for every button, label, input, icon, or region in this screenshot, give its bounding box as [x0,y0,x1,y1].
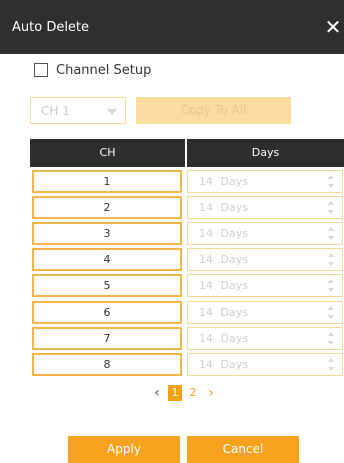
days-stepper[interactable]: 14 Days [187,170,343,193]
days-stepper[interactable]: 14 Days [187,196,343,219]
dialog-title: Auto Delete [12,20,90,35]
days-stepper[interactable]: 14 Days [187,353,343,376]
spin-down-icon[interactable] [328,341,334,345]
auto-delete-dialog: Auto Delete ✕ Channel Setup CH 1 Copy To… [0,0,344,463]
days-value: 14 Days [199,253,248,266]
channel-cell[interactable]: 8 [32,353,182,376]
table-row: 8 14 Days [30,353,344,376]
days-stepper[interactable]: 14 Days [187,274,343,297]
spin-down-icon[interactable] [328,236,334,240]
column-header-days: Days [187,139,344,167]
chevron-left-icon[interactable]: ‹ [150,385,164,401]
spin-up-icon[interactable] [328,175,334,179]
cancel-button[interactable]: Cancel [187,436,299,463]
channel-cell[interactable]: 1 [32,170,182,193]
spin-up-icon[interactable] [328,332,334,336]
channel-cell[interactable]: 7 [32,327,182,350]
days-stepper[interactable]: 14 Days [187,248,343,271]
days-stepper[interactable]: 14 Days [187,301,343,324]
days-value: 14 Days [199,227,248,240]
close-icon[interactable]: ✕ [322,14,344,40]
spin-up-icon[interactable] [328,306,334,310]
spin-down-icon[interactable] [328,367,334,371]
spin-up-icon[interactable] [328,227,334,231]
pagination: ‹ 1 2 › [150,384,218,402]
channel-cell[interactable]: 6 [32,301,182,324]
table-row: 6 14 Days [30,301,344,324]
days-value: 14 Days [199,201,248,214]
chevron-right-icon[interactable]: › [204,385,218,401]
spin-up-icon[interactable] [328,201,334,205]
table-row: 1 14 Days [30,170,344,193]
channel-cell[interactable]: 3 [32,222,182,245]
table-row: 2 14 Days [30,196,344,219]
days-stepper[interactable]: 14 Days [187,222,343,245]
days-value: 14 Days [199,306,248,319]
channel-cell[interactable]: 2 [32,196,182,219]
table-row: 7 14 Days [30,327,344,350]
spin-down-icon[interactable] [328,184,334,188]
channel-setup-label: Channel Setup [56,62,152,78]
chevron-down-icon [107,109,117,115]
days-stepper[interactable]: 14 Days [187,327,343,350]
spin-down-icon[interactable] [328,315,334,319]
copy-to-all-button[interactable]: Copy To All [136,97,291,124]
page-2-button[interactable]: 2 [186,385,200,401]
spin-up-icon[interactable] [328,358,334,362]
table-row: 4 14 Days [30,248,344,271]
channel-select[interactable]: CH 1 [30,97,126,124]
page-1-button[interactable]: 1 [168,385,182,401]
days-value: 14 Days [199,279,248,292]
spin-up-icon[interactable] [328,253,334,257]
channel-setup-option[interactable]: Channel Setup [34,61,151,79]
spin-down-icon[interactable] [328,210,334,214]
spin-down-icon[interactable] [328,288,334,292]
days-value: 14 Days [199,332,248,345]
channel-select-value: CH 1 [41,104,70,118]
days-value: 14 Days [199,358,248,371]
apply-button[interactable]: Apply [68,436,180,463]
table-row: 5 14 Days [30,274,344,297]
days-value: 14 Days [199,175,248,188]
spin-up-icon[interactable] [328,279,334,283]
channel-cell[interactable]: 4 [32,248,182,271]
table-row: 3 14 Days [30,222,344,245]
spin-down-icon[interactable] [328,262,334,266]
channel-setup-checkbox[interactable] [34,63,48,77]
channel-cell[interactable]: 5 [32,274,182,297]
column-header-ch: CH [30,139,185,167]
title-bar: Auto Delete ✕ [0,0,344,54]
